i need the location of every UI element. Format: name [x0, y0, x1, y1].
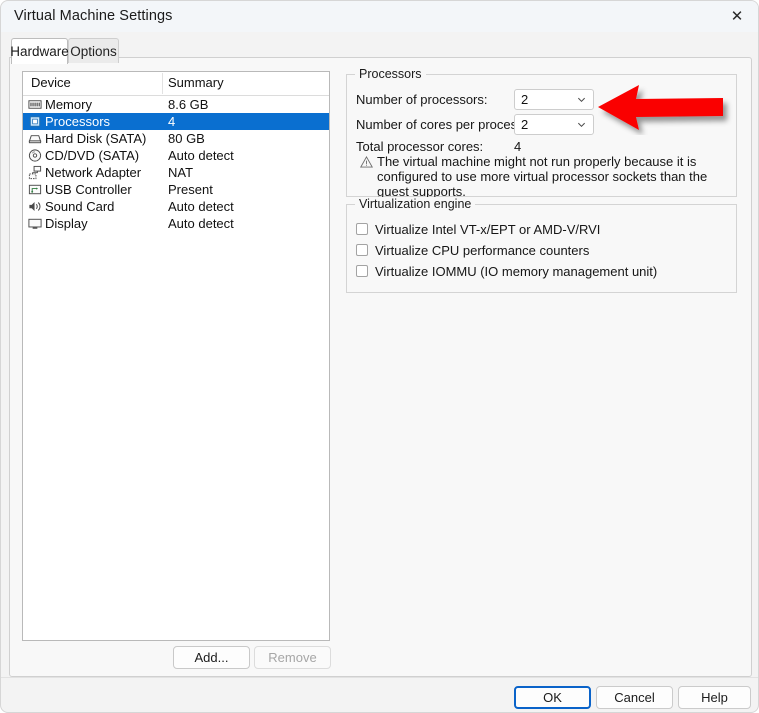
tab-options[interactable]: Options [68, 38, 119, 63]
help-button-label: Help [701, 690, 728, 705]
checkbox-virtualize-iommu[interactable]: Virtualize IOMMU (IO memory management u… [356, 263, 657, 279]
help-button[interactable]: Help [678, 686, 751, 709]
chevron-down-icon [577, 122, 586, 128]
checkbox-box[interactable] [356, 244, 368, 256]
number-of-processors-label: Number of processors: [356, 92, 488, 107]
device-name: Memory [45, 97, 92, 112]
close-button[interactable]: ✕ [714, 1, 758, 32]
add-button[interactable]: Add... [173, 646, 250, 669]
title-bar: Virtual Machine Settings ✕ [1, 1, 758, 33]
checkbox-virtualize-vtx-ept[interactable]: Virtualize Intel VT-x/EPT or AMD-V/RVI [356, 221, 600, 237]
checkbox-virtualize-cpu-performance-counters[interactable]: Virtualize CPU performance counters [356, 242, 589, 258]
processor-warning-text: The virtual machine might not run proper… [377, 154, 708, 199]
processor-icon [28, 115, 42, 128]
ok-button-label: OK [543, 690, 562, 705]
number-of-processors-dropdown[interactable]: 2 [514, 89, 594, 110]
checkbox-label: Virtualize IOMMU (IO memory management u… [375, 263, 658, 279]
processors-group-title: Processors [355, 67, 426, 81]
display-icon [28, 218, 42, 229]
device-name: CD/DVD (SATA) [45, 148, 140, 163]
device-list[interactable]: Device Summary Memory 8.6 GB Processors … [22, 71, 330, 641]
cancel-button-label: Cancel [614, 690, 655, 705]
device-name: Hard Disk (SATA) [45, 131, 147, 146]
device-name: Sound Card [45, 199, 115, 214]
footer-separator [1, 677, 758, 678]
table-row[interactable]: Sound Card Auto detect [23, 198, 329, 215]
device-summary: NAT [168, 165, 194, 180]
device-summary: Present [168, 182, 213, 197]
add-button-label: Add... [194, 650, 229, 665]
total-processor-cores-label: Total processor cores: [356, 139, 484, 154]
device-name: Processors [45, 114, 111, 129]
device-name: USB Controller [45, 182, 132, 197]
cancel-button[interactable]: Cancel [596, 686, 673, 709]
column-header-device[interactable]: Device [31, 75, 71, 90]
device-summary: 80 GB [168, 131, 205, 146]
close-icon: ✕ [730, 8, 744, 25]
hard-disk-icon [28, 135, 42, 144]
table-row[interactable]: CD/DVD (SATA) Auto detect [23, 147, 329, 164]
table-row[interactable]: Display Auto detect [23, 215, 329, 232]
device-summary: Auto detect [168, 148, 234, 163]
virtual-machine-settings-dialog: Virtual Machine Settings ✕ Hardware Opti… [0, 0, 759, 713]
remove-button-label: Remove [268, 650, 317, 665]
device-summary: 8.6 GB [168, 97, 209, 112]
table-row[interactable]: USB Controller Present [23, 181, 329, 198]
number-of-processors-value: 2 [521, 92, 529, 107]
number-of-cores-value: 2 [521, 117, 529, 132]
memory-icon [28, 100, 42, 109]
column-header-summary[interactable]: Summary [168, 75, 224, 90]
tab-hardware-label: Hardware [10, 44, 69, 59]
chevron-down-icon [577, 97, 586, 103]
warning-triangle-icon [360, 156, 373, 168]
checkbox-label: Virtualize Intel VT-x/EPT or AMD-V/RVI [375, 221, 601, 237]
device-name: Display [45, 216, 88, 231]
ok-button[interactable]: OK [514, 686, 591, 709]
device-list-header: Device Summary [23, 72, 329, 96]
tab-options-label: Options [70, 43, 117, 59]
tab-hardware[interactable]: Hardware [10, 38, 69, 64]
checkbox-label: Virtualize CPU performance counters [375, 242, 590, 258]
table-row[interactable]: Network Adapter NAT [23, 164, 329, 181]
cd-dvd-icon [28, 149, 42, 162]
number-of-cores-dropdown[interactable]: 2 [514, 114, 594, 135]
network-adapter-icon [28, 165, 42, 180]
remove-button: Remove [254, 646, 331, 669]
table-row[interactable]: Hard Disk (SATA) 80 GB [23, 130, 329, 147]
usb-controller-icon [28, 184, 42, 195]
table-row[interactable]: Processors 4 [23, 113, 329, 130]
device-summary: 4 [168, 114, 176, 129]
window-title: Virtual Machine Settings [14, 8, 173, 24]
number-of-cores-label: Number of cores per processor: [356, 117, 539, 132]
checkbox-box[interactable] [356, 223, 368, 235]
device-summary: Auto detect [168, 199, 234, 214]
checkbox-box[interactable] [356, 265, 368, 277]
total-processor-cores-value: 4 [514, 139, 522, 154]
table-row[interactable]: Memory 8.6 GB [23, 96, 329, 113]
sound-card-icon [29, 202, 41, 211]
column-divider [162, 73, 163, 94]
device-summary: Auto detect [168, 216, 234, 231]
device-name: Network Adapter [45, 165, 142, 180]
virtualization-group-title: Virtualization engine [355, 197, 476, 211]
